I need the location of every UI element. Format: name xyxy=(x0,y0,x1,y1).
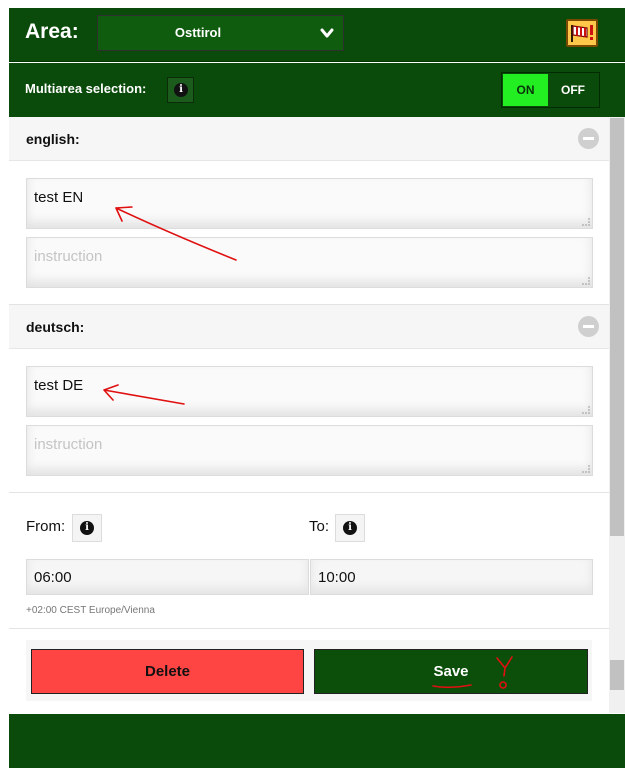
multiarea-info-button[interactable]: i xyxy=(167,77,194,103)
to-time-input[interactable]: 10:00 xyxy=(310,559,593,595)
resize-grip-icon[interactable] xyxy=(582,406,590,414)
section-divider xyxy=(9,628,609,629)
resize-grip-icon[interactable] xyxy=(582,277,590,285)
collapse-minus-icon[interactable] xyxy=(578,316,599,337)
english-instruction-placeholder: instruction xyxy=(34,248,103,265)
to-label: To: xyxy=(309,518,330,535)
chevron-down-icon xyxy=(320,28,334,38)
timezone-note: +02:00 CEST Europe/Vienna xyxy=(26,605,155,616)
area-select-value: Osttirol xyxy=(174,25,222,40)
toggle-on-option[interactable]: ON xyxy=(503,74,548,106)
deutsch-instruction-field[interactable]: instruction xyxy=(26,425,593,476)
language-title: deutsch: xyxy=(26,319,85,335)
multiarea-label: Multiarea selection: xyxy=(25,81,147,96)
info-icon: i xyxy=(174,83,188,97)
english-instruction-field[interactable]: instruction xyxy=(26,237,593,288)
language-section-header-deutsch: deutsch: xyxy=(9,305,609,349)
from-time-input[interactable]: 06:00 xyxy=(26,559,309,595)
language-section-header-english: english: xyxy=(9,117,609,161)
deutsch-text-value: test DE xyxy=(34,377,84,394)
deutsch-instruction-placeholder: instruction xyxy=(34,436,103,453)
from-info-button[interactable]: i xyxy=(72,514,102,542)
to-info-button[interactable]: i xyxy=(335,514,365,542)
area-select[interactable]: Osttirol xyxy=(97,15,344,51)
multiarea-toggle[interactable]: ON OFF xyxy=(501,72,600,108)
info-icon: i xyxy=(343,521,357,535)
info-icon: i xyxy=(80,521,94,535)
windsock-warning-button[interactable] xyxy=(566,19,598,47)
windsock-warning-icon xyxy=(571,25,593,42)
avalanche-instruction-form: Area: Osttirol Multiarea selection: i ON… xyxy=(9,8,625,768)
top-bar: Area: Osttirol xyxy=(9,8,625,62)
resize-grip-icon[interactable] xyxy=(582,465,590,473)
language-title: english: xyxy=(26,131,80,147)
footer-bar xyxy=(9,714,625,768)
deutsch-text-field[interactable]: test DE xyxy=(26,366,593,417)
save-button[interactable]: Save xyxy=(314,649,588,694)
delete-button[interactable]: Delete xyxy=(31,649,304,694)
resize-grip-icon[interactable] xyxy=(582,218,590,226)
from-time-value: 06:00 xyxy=(34,569,72,586)
scrollbar-thumb[interactable] xyxy=(610,118,624,536)
english-text-field[interactable]: test EN xyxy=(26,178,593,229)
scrollbar-thumb-lower[interactable] xyxy=(610,660,624,690)
from-label: From: xyxy=(26,518,66,535)
english-text-value: test EN xyxy=(34,189,84,206)
area-label: Area: xyxy=(25,20,79,43)
multiarea-bar: Multiarea selection: i ON OFF xyxy=(9,63,625,117)
to-time-value: 10:00 xyxy=(318,569,356,586)
toggle-off-option[interactable]: OFF xyxy=(548,74,598,106)
section-divider xyxy=(9,492,609,493)
collapse-minus-icon[interactable] xyxy=(578,128,599,149)
